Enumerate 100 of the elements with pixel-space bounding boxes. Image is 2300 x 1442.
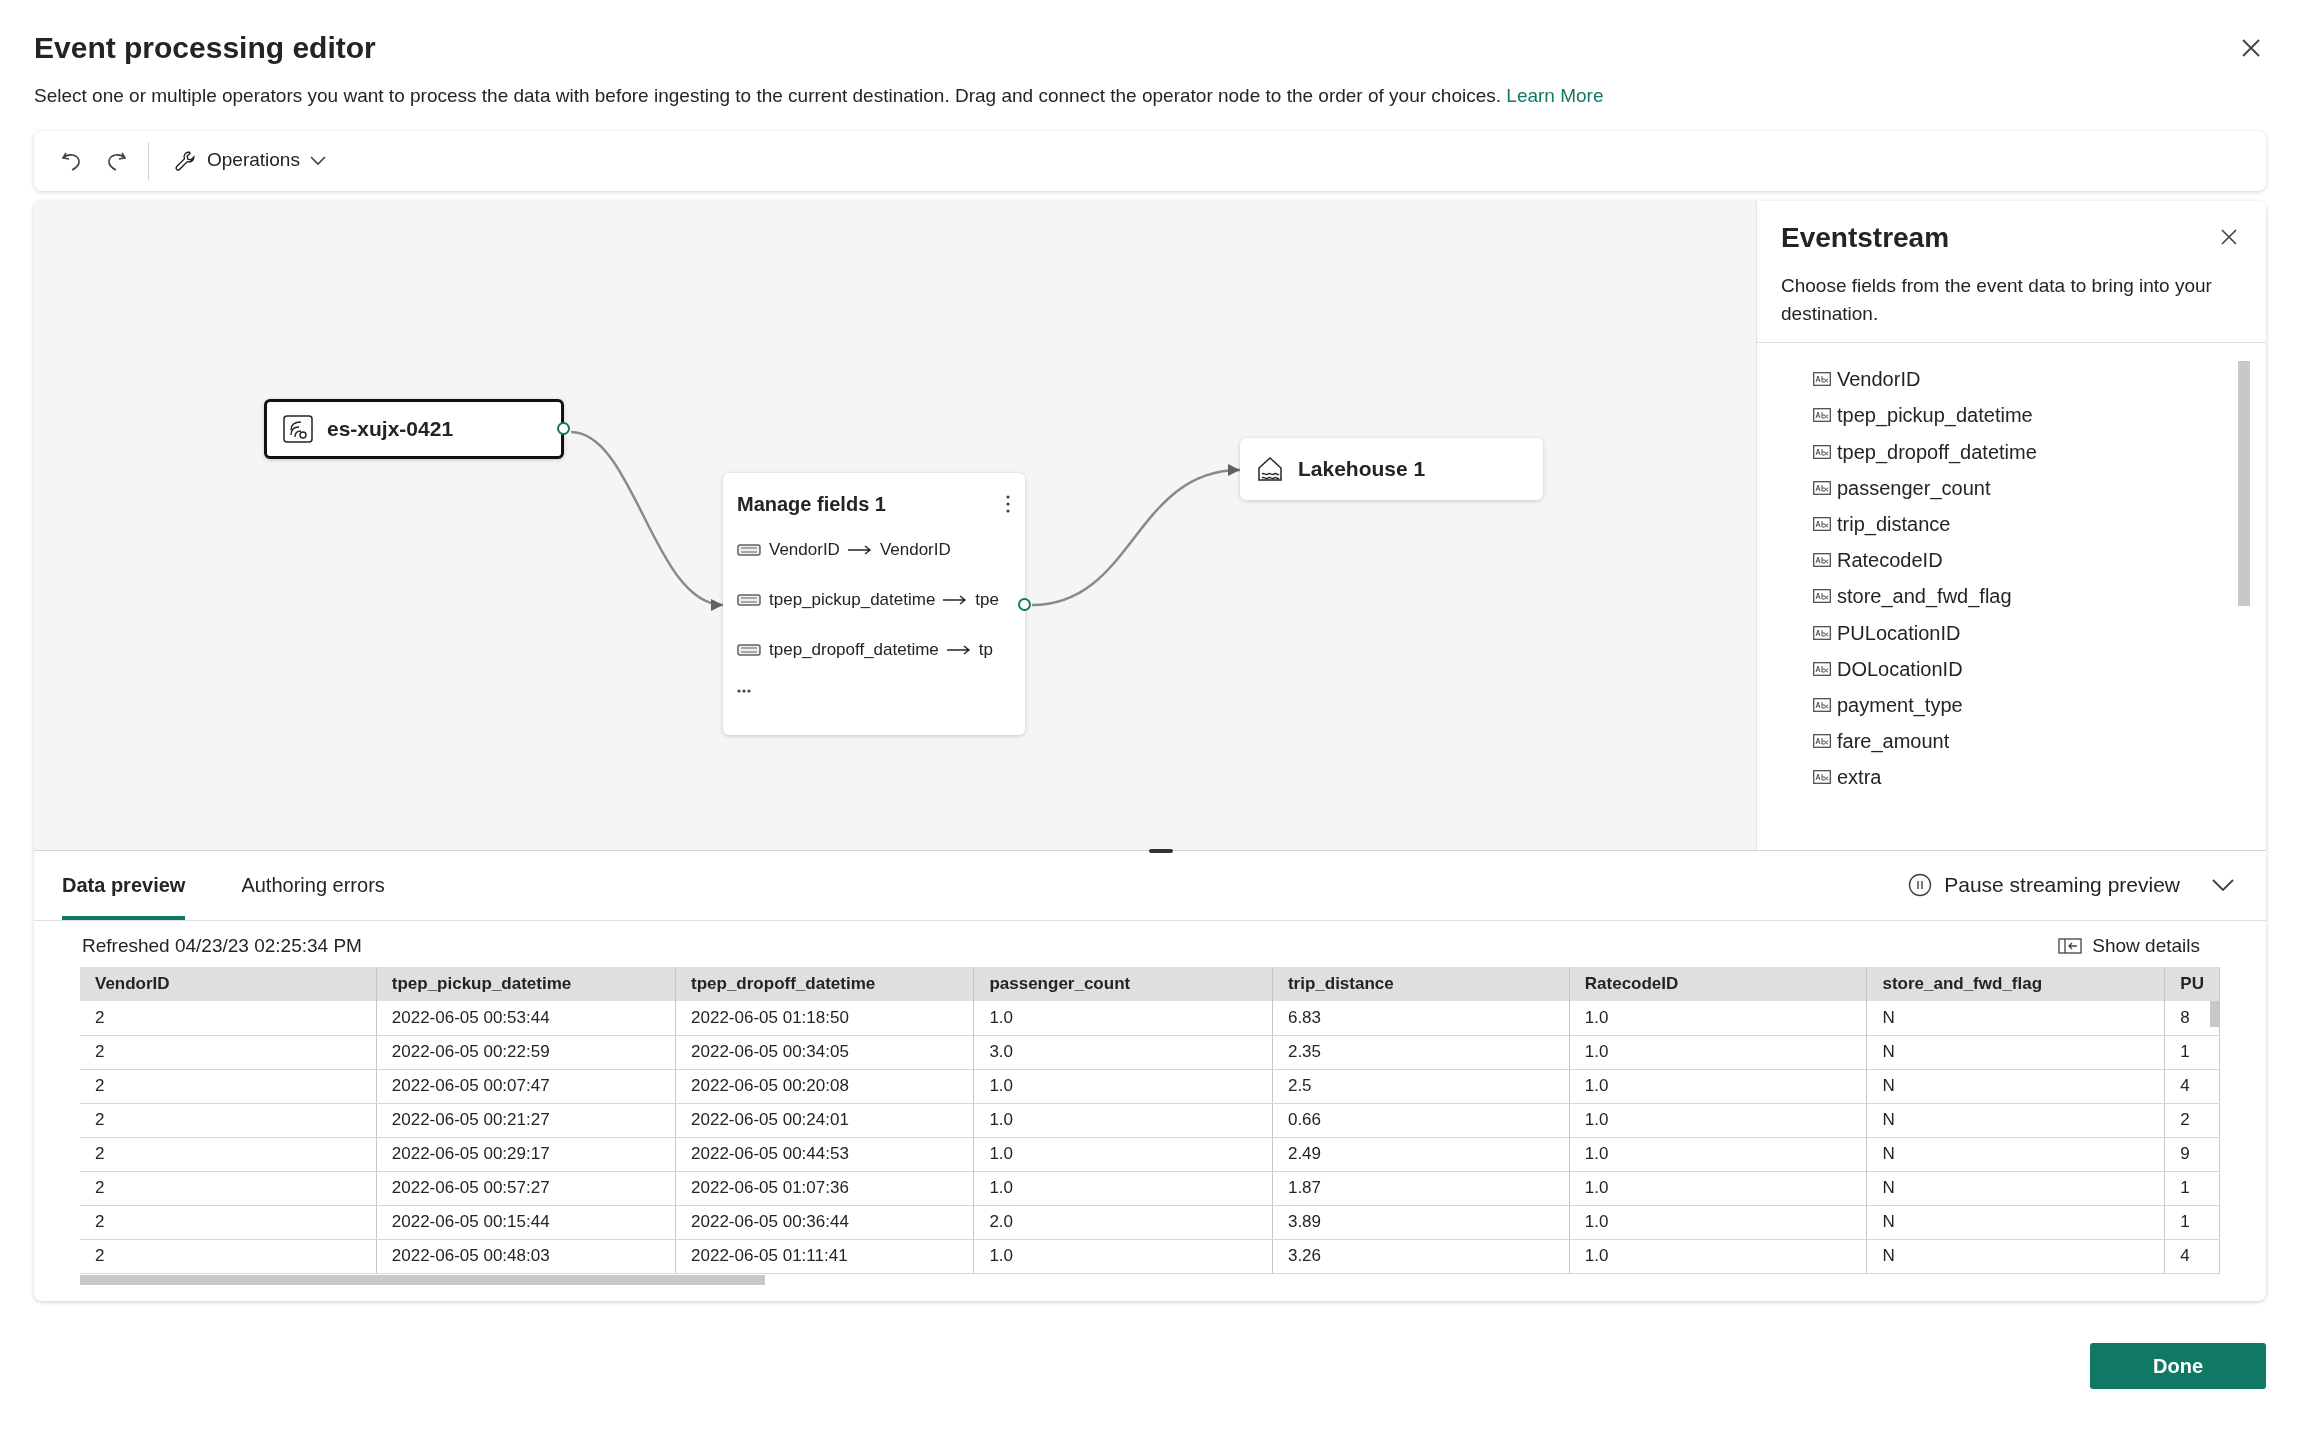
field-list-item[interactable]: tpep_dropoff_datetime (1813, 433, 2238, 470)
field-list-item[interactable]: tpep_pickup_datetime (1813, 397, 2238, 434)
table-cell: N (1866, 1069, 2165, 1103)
description-text: Select one or multiple operators you want to process the data with before ingesting to the current destination. Drag and connect the operator node to the order of your choices. Learn More (34, 84, 1605, 108)
resize-handle[interactable] (1149, 848, 1173, 853)
field-list-item[interactable]: trip_distance (1813, 505, 2238, 543)
table-cell: 2.49 (1272, 1137, 1570, 1171)
table-cell: 2 (80, 1137, 377, 1171)
table-cell: 2 (2164, 1103, 2220, 1137)
more-icon (737, 689, 751, 694)
panel-icon (2058, 937, 2083, 954)
arrow-icon (946, 644, 971, 655)
table-cell: 2022-06-05 00:07:47 (376, 1069, 676, 1103)
table-cell: 2022-06-05 00:15:44 (376, 1205, 676, 1239)
field-list-item[interactable]: extra (1813, 759, 2238, 796)
field-list-item[interactable]: payment_type (1813, 686, 2238, 723)
table-cell: N (1866, 1035, 2165, 1069)
table-cell: 1 (2164, 1205, 2220, 1239)
show-details-button[interactable]: Show details (2052, 930, 2206, 961)
node-label: Lakehouse 1 (1298, 455, 1426, 482)
text-type-icon (1813, 408, 1831, 423)
column-header: tpep_dropoff_datetime (675, 967, 974, 1001)
arrow-icon (943, 594, 968, 605)
table-cell: 1 (2164, 1171, 2220, 1205)
column-header: VendorID (80, 967, 377, 1001)
table-cell: 3.26 (1272, 1239, 1570, 1273)
field-list-item[interactable]: store_and_fwd_flag (1813, 578, 2238, 615)
text-type-icon (1813, 625, 1831, 640)
table-cell: 2022-06-05 00:53:44 (376, 1001, 676, 1035)
field-name: tp (978, 638, 993, 661)
kebab-icon (1005, 493, 1011, 514)
learn-more-link[interactable]: Learn More (1506, 85, 1604, 106)
table-cell: 9 (2164, 1137, 2220, 1171)
table-cell: N (1866, 1137, 2165, 1171)
column-header: passenger_count (973, 967, 1273, 1001)
table-cell: 2022-06-05 00:44:53 (675, 1137, 974, 1171)
table-cell: 1.0 (973, 1069, 1273, 1103)
table-cell: 2022-06-05 00:57:27 (376, 1171, 676, 1205)
table-cell: 4 (2164, 1239, 2220, 1273)
field-list-item[interactable]: fare_amount (1813, 722, 2238, 760)
tab[interactable]: Data preview (62, 850, 186, 920)
table-cell: 3.89 (1272, 1205, 1570, 1239)
field-list-item[interactable]: VendorID (1813, 361, 2238, 398)
table-cell: 2022-06-05 00:29:17 (376, 1137, 676, 1171)
table-cell: 0.66 (1272, 1103, 1570, 1137)
table-cell: 1.0 (973, 1001, 1273, 1035)
table-cell: 1.0 (973, 1103, 1273, 1137)
table-cell: 3.0 (973, 1035, 1273, 1069)
table-cell: 2 (80, 1171, 377, 1205)
field-list-item[interactable]: passenger_count (1813, 469, 2238, 506)
table-cell: 2022-06-05 00:22:59 (376, 1035, 676, 1069)
table-cell: 6.83 (1272, 1001, 1570, 1035)
scrollbar-thumb[interactable] (80, 1275, 765, 1285)
table-cell: 2022-06-05 01:18:50 (675, 1001, 974, 1035)
table-cell: 2022-06-05 00:20:08 (675, 1069, 974, 1103)
table-cell: 2022-06-05 00:48:03 (376, 1239, 676, 1273)
text-type-icon (1813, 589, 1831, 604)
table-cell: 2 (80, 1103, 377, 1137)
pause-preview-button[interactable]: Pause streaming preview (1902, 868, 2186, 902)
close-icon (2220, 228, 2238, 247)
text-type-icon (1813, 553, 1831, 568)
stream-icon (283, 414, 313, 443)
table-cell: 1.0 (1569, 1171, 1867, 1205)
table-cell: 1.0 (1569, 1001, 1867, 1035)
table-cell: 1 (2164, 1035, 2220, 1069)
refreshed-timestamp: Refreshed 04/23/23 02:25:34 PM (82, 933, 362, 958)
table-cell: 1.0 (973, 1239, 1273, 1273)
text-type-icon (1813, 480, 1831, 495)
done-button[interactable]: Done (2090, 1342, 2266, 1389)
field-icon (737, 541, 761, 558)
operator-node[interactable]: Manage fields 1 VendorID VendorID tpep_pickup_datetime tpe tpep_dropoff_datetime tp (723, 472, 1025, 735)
table-cell: N (1866, 1239, 2165, 1273)
table-cell: 1.0 (973, 1137, 1273, 1171)
text-type-icon (1813, 770, 1831, 785)
field-list-item[interactable]: PULocationID (1813, 614, 2238, 651)
table-cell: 1.0 (1569, 1239, 1867, 1273)
node-label: es-xujx-0421 (327, 415, 454, 442)
text-type-icon (1813, 697, 1831, 712)
panel-description: Choose fields from the event data to bring into your destination. (1781, 274, 2213, 327)
field-name: tpep_dropoff_datetime (769, 638, 939, 661)
table-cell: 2 (80, 1001, 377, 1035)
table-cell: 1.0 (1569, 1103, 1867, 1137)
destination-node[interactable]: Lakehouse 1 (1240, 437, 1543, 500)
field-list-item[interactable]: RatecodeID (1813, 542, 2238, 579)
table-cell: 2 (80, 1239, 377, 1273)
table-cell: N (1866, 1103, 2165, 1137)
table-cell: N (1866, 1171, 2165, 1205)
scrollbar-thumb[interactable] (2210, 1001, 2220, 1027)
tab[interactable]: Authoring errors (241, 850, 385, 920)
table-cell: 1.0 (1569, 1069, 1867, 1103)
table-cell: 2.5 (1272, 1069, 1570, 1103)
text-type-icon (1813, 661, 1831, 676)
scrollbar-thumb[interactable] (2238, 361, 2250, 607)
table-cell: 2 (80, 1205, 377, 1239)
text-type-icon (1813, 372, 1831, 387)
source-node[interactable]: es-xujx-0421 (264, 398, 564, 459)
table-cell: 2022-06-05 00:34:05 (675, 1035, 974, 1069)
operations-dropdown[interactable]: Operations (167, 140, 332, 181)
table-cell: N (1866, 1205, 2165, 1239)
field-list-item[interactable]: DOLocationID (1813, 650, 2238, 687)
